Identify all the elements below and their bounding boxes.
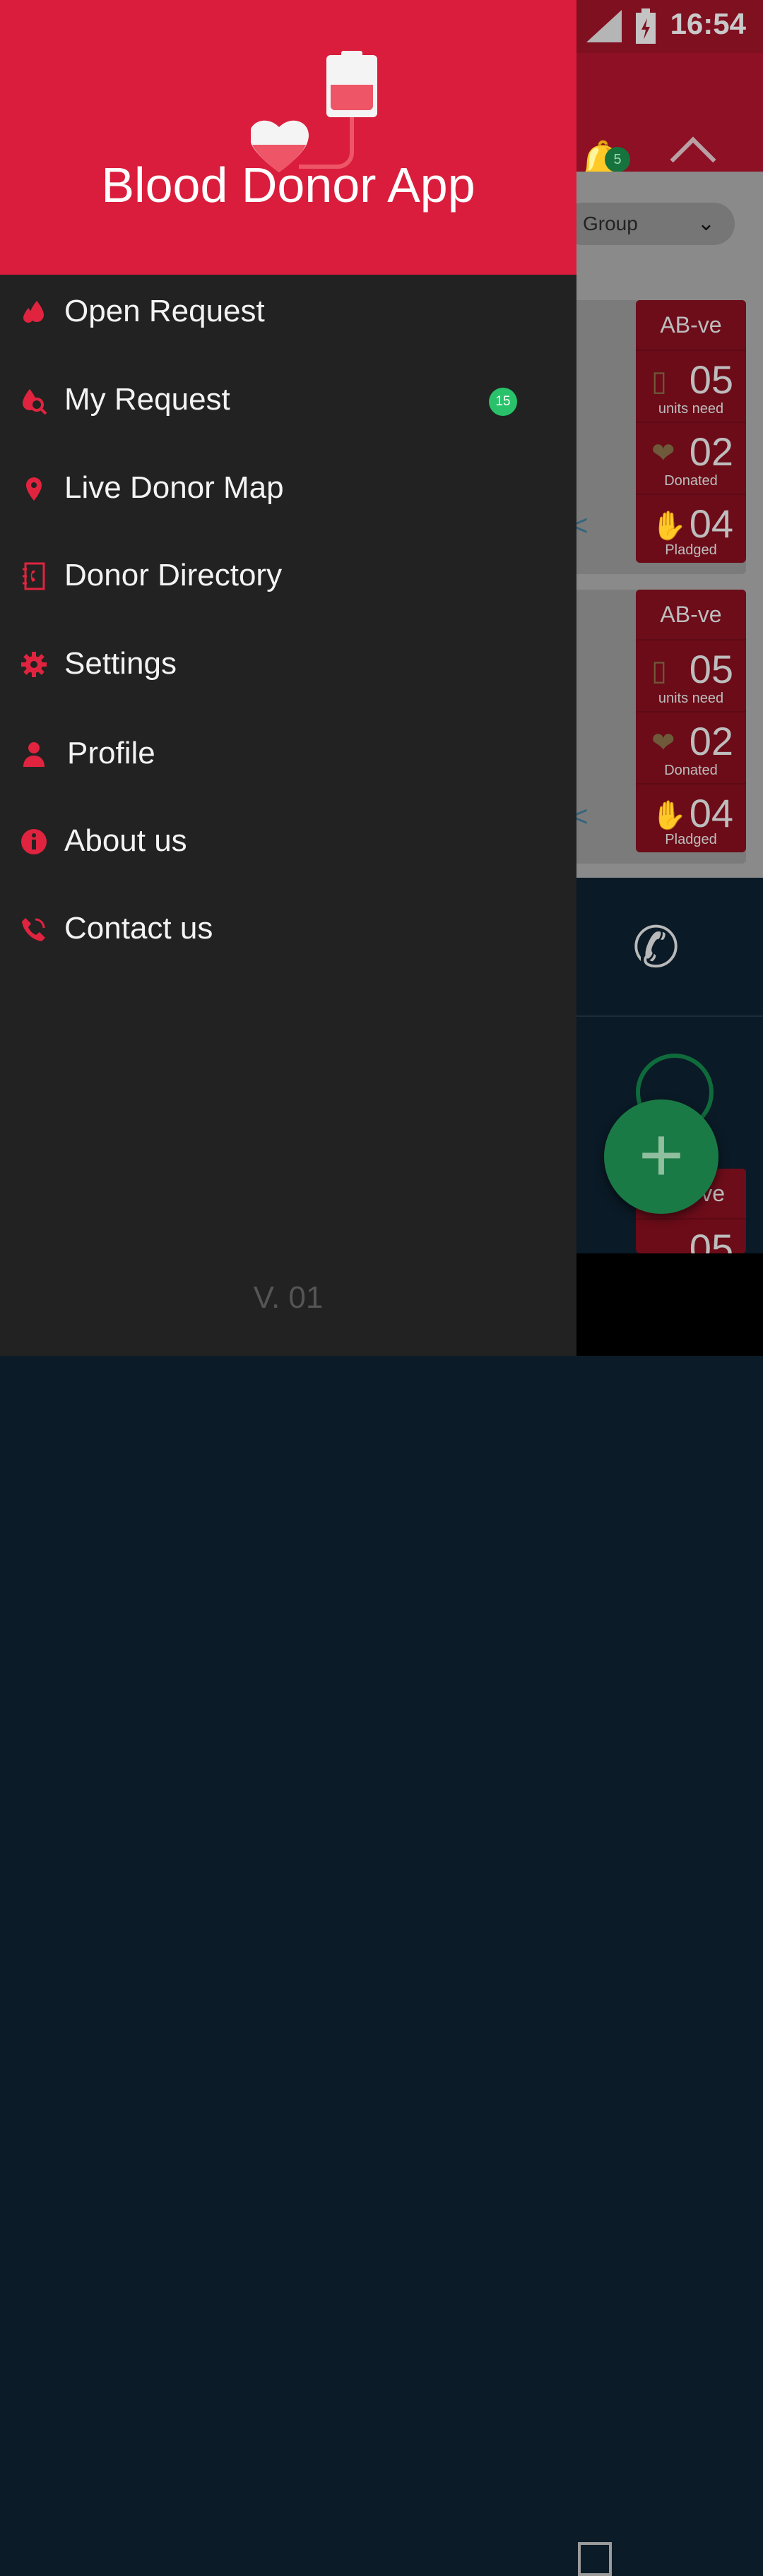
phone-icon (22, 918, 45, 941)
units-need-label: units need (658, 401, 724, 417)
donated-label: Donated (664, 473, 718, 489)
blood-search-icon (23, 389, 47, 415)
app-title: Blood Donor App (101, 157, 475, 213)
heart-hands-icon: ❤ (651, 727, 675, 758)
heart-hands-icon: ❤ (651, 438, 675, 469)
menu-item-contact-us[interactable]: Contact us (0, 890, 576, 977)
donated-value: 02 (689, 719, 733, 763)
donated-label: Donated (664, 763, 718, 778)
recent-apps-icon[interactable] (578, 2542, 612, 2576)
blood-group-label: AB-ve (636, 590, 746, 639)
pledged-label: Pladged (665, 542, 717, 558)
menu-item-my-request[interactable]: My Request 15 (0, 361, 576, 448)
info-icon (21, 829, 47, 854)
units-need-value: 05 (689, 357, 733, 402)
hand-icon: ✋ (651, 511, 687, 542)
group-filter-label: Group (583, 213, 638, 234)
phone-book-icon (23, 562, 45, 590)
menu-item-label: Donor Directory (64, 558, 283, 592)
units-need-value: 05 (689, 1226, 733, 1253)
chevron-down-icon: ⌄ (697, 212, 715, 235)
menu-item-label: Live Donor Map (64, 470, 284, 505)
hand-icon: ✋ (651, 800, 687, 831)
menu-item-label: Settings (64, 646, 177, 681)
pledged-value: 04 (689, 501, 733, 546)
app-version: V. 01 (253, 1280, 324, 1315)
pledged-value: 04 (689, 791, 733, 835)
request-stats: AB-ve ▯ 05 units need ❤ 02 Donated ✋ 04 … (636, 300, 746, 563)
notification-badge: 5 (605, 147, 630, 172)
gear-icon (21, 652, 47, 677)
navigation-drawer: Blood Donor App Open Request My Request … (0, 0, 576, 1356)
pledged-label: Pladged (665, 832, 717, 847)
drawer-header: Blood Donor App (0, 0, 576, 275)
menu-item-label: About us (64, 823, 187, 858)
menu-item-open-request[interactable]: Open Request (0, 273, 576, 360)
map-pin-icon (26, 477, 42, 501)
signal-icon (586, 10, 622, 42)
units-need-value: 05 (689, 647, 733, 691)
battery-icon (636, 8, 656, 44)
menu-item-profile[interactable]: Profile (0, 715, 576, 802)
menu-item-about-us[interactable]: About us (0, 802, 576, 890)
menu-item-live-donor-map[interactable]: Live Donor Map (0, 449, 576, 537)
my-request-count-badge: 15 (489, 388, 517, 416)
menu-item-label: Profile (67, 736, 155, 770)
add-request-button[interactable]: + (604, 1099, 718, 1214)
blood-group-label: AB-ve (636, 300, 746, 350)
blood-bag-icon: ▯ (651, 655, 668, 686)
phone-call-icon[interactable]: ✆ (632, 914, 680, 980)
group-filter-select[interactable]: Group ⌄ (562, 203, 735, 245)
menu-item-label: My Request (64, 382, 230, 417)
person-icon (23, 742, 45, 767)
menu-item-settings[interactable]: Settings (0, 625, 576, 712)
units-need-label: units need (658, 691, 724, 706)
menu-item-label: Contact us (64, 911, 213, 946)
donated-value: 02 (689, 429, 733, 474)
menu-item-donor-directory[interactable]: Donor Directory (0, 537, 576, 624)
status-time: 16:54 (670, 7, 746, 40)
blood-bag-icon: ▯ (651, 366, 668, 397)
request-stats: AB-ve ▯ 05 units need ❤ 02 Donated ✋ 04 … (636, 590, 746, 852)
blood-drops-icon (23, 301, 44, 323)
menu-item-label: Open Request (64, 294, 265, 328)
